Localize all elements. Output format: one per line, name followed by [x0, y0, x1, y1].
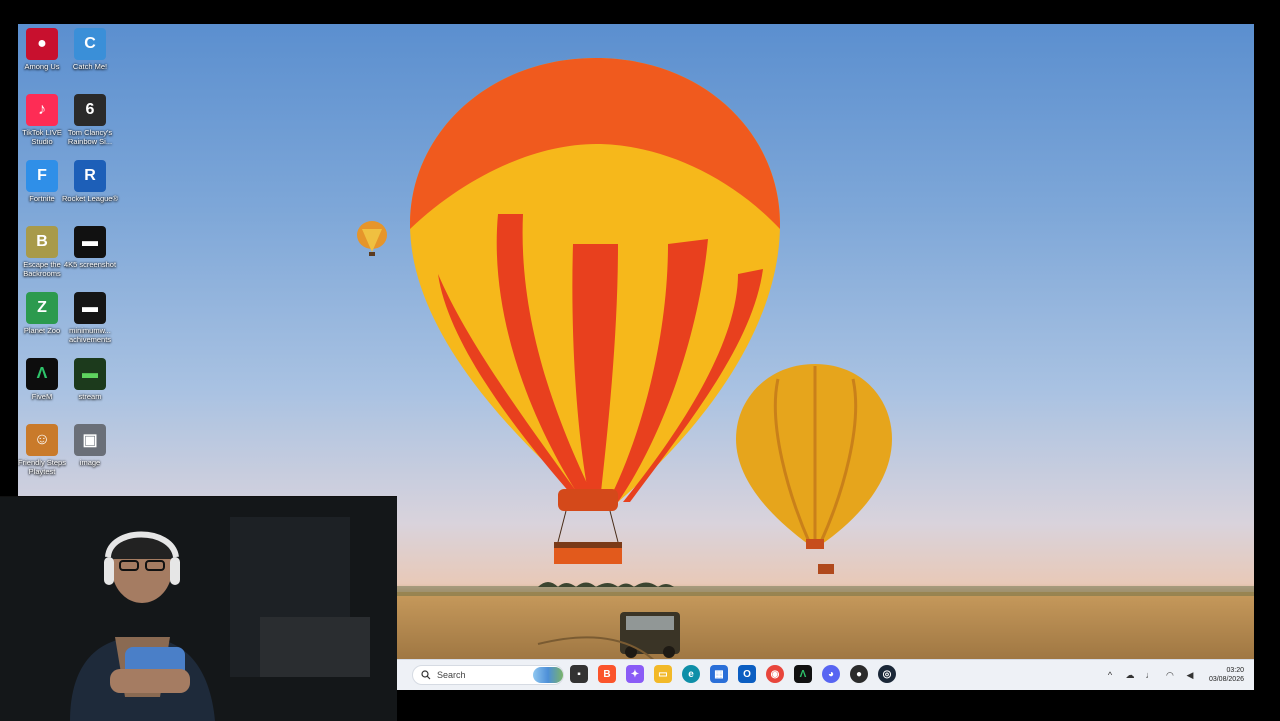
friendly-steps-icon: ☺: [26, 424, 58, 456]
desktop-icon-label: minimumw... achivements: [68, 326, 112, 344]
volume-icon[interactable]: ◀: [1185, 670, 1195, 680]
brave-icon[interactable]: B: [598, 665, 616, 683]
desktop-icon-rainbow-six[interactable]: 6 Tom Clancy's Rainbow Si...: [66, 94, 114, 146]
desktop-icon-4k5-screenshot[interactable]: ▬ 4K5 screenshot: [64, 226, 116, 269]
copilot-icon[interactable]: ✦: [626, 665, 644, 683]
webcam-overlay: [0, 496, 397, 721]
achievements-file-icon: ▬: [74, 292, 106, 324]
desktop-icon-fortnite[interactable]: F Fortnite: [18, 160, 66, 203]
steam-icon[interactable]: ◎: [878, 665, 896, 683]
desktop-icon-stream[interactable]: ▬ stream: [66, 358, 114, 401]
desktop-icon-label: Rocket League®: [62, 194, 118, 203]
search-label: Search: [437, 670, 466, 680]
microphone-icon[interactable]: ♩: [1145, 670, 1155, 680]
taskbar-pinned-apps: ▪ B ✦ ▭ e ▦ O ◉ Λ ◕ ● ◎: [570, 665, 896, 683]
desktop-icon-among-us[interactable]: ● Among Us: [18, 28, 66, 71]
desktop-icon-fivem[interactable]: Λ FiveM: [18, 358, 66, 401]
store-icon[interactable]: ▦: [710, 665, 728, 683]
discord-icon[interactable]: ◕: [822, 665, 840, 683]
streamer-webcam-feed: [0, 497, 397, 721]
clock[interactable]: 03:20 03/08/2026: [1209, 666, 1244, 684]
planet-zoo-icon: Z: [26, 292, 58, 324]
clock-date: 03/08/2026: [1208, 676, 1244, 683]
desktop-icon-friendly-steps[interactable]: ☺ Friendly Steps Playtest: [18, 424, 66, 476]
desktop-icon-grid: ● Among Us C Catch Me! ♪ TikTok LIVE Stu…: [18, 24, 148, 504]
clock-time: 03:20: [1226, 667, 1244, 674]
desktop-icon-rocket-league[interactable]: R Rocket League®: [62, 160, 118, 203]
chevron-up-icon[interactable]: ^: [1105, 670, 1115, 680]
desktop-icon-achievements[interactable]: ▬ minimumw... achivements: [66, 292, 114, 344]
escape-backrooms-icon: B: [26, 226, 58, 258]
rainbow-six-icon: 6: [74, 94, 106, 126]
desktop-icon-image[interactable]: ▣ image: [66, 424, 114, 467]
chrome-icon[interactable]: ◉: [766, 665, 784, 683]
stream-file-icon: ▬: [74, 358, 106, 390]
desktop-icon-label: Catch Me!: [72, 62, 108, 71]
small-balloon: [736, 364, 892, 574]
wifi-icon[interactable]: ◠: [1165, 670, 1175, 680]
desktop-icon-escape-backrooms[interactable]: B Escape the Backrooms: [18, 226, 66, 278]
large-balloon: [410, 58, 780, 564]
rocket-league-icon: R: [74, 160, 106, 192]
cloud-icon[interactable]: ☁: [1125, 670, 1135, 680]
catch-me-icon: C: [74, 28, 106, 60]
desktop-icon-catch-me[interactable]: C Catch Me!: [66, 28, 114, 71]
among-us-icon: ●: [26, 28, 58, 60]
taskbar-search-box[interactable]: Search: [412, 665, 564, 685]
file-explorer-icon[interactable]: ▭: [654, 665, 672, 683]
task-view-icon[interactable]: ▪: [570, 665, 588, 683]
search-icon: [421, 670, 431, 680]
desktop-icon-label: image: [79, 458, 101, 467]
left-border: [0, 24, 18, 496]
desktop-icon-planet-zoo[interactable]: Z Planet Zoo: [18, 292, 66, 335]
tiktok-icon: ♪: [26, 94, 58, 126]
search-highlight-icon: [533, 667, 563, 683]
desktop-icon-label: 4K5 screenshot: [63, 260, 117, 269]
fivem-taskbar-icon[interactable]: Λ: [794, 665, 812, 683]
fivem-icon: Λ: [26, 358, 58, 390]
outlook-icon[interactable]: O: [738, 665, 756, 683]
fortnite-icon: F: [26, 160, 58, 192]
image-file-icon: ▣: [74, 424, 106, 456]
system-tray: ^ ☁ ♩ ◠ ◀ 03:20 03/08/2026: [1105, 662, 1244, 688]
obs-icon[interactable]: ●: [850, 665, 868, 683]
desktop-icon-tiktok-live-studio[interactable]: ♪ TikTok LIVE Studio: [18, 94, 66, 146]
desktop-icon-label: stream: [78, 392, 102, 401]
desktop-icon-label: Tom Clancy's Rainbow Si...: [67, 128, 113, 146]
edge-icon[interactable]: e: [682, 665, 700, 683]
screenshot-file-icon: ▬: [74, 226, 106, 258]
safari-vehicle: [620, 612, 680, 658]
tiny-balloon: [357, 221, 387, 256]
